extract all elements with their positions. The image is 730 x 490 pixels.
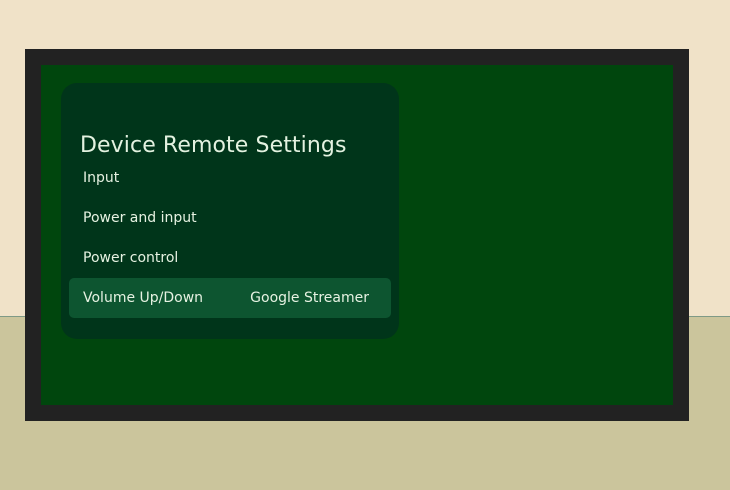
settings-panel: Device Remote Settings Input Power and i… xyxy=(61,83,399,339)
menu-item-volume-up-down[interactable]: Volume Up/Down Google Streamer xyxy=(69,278,391,318)
menu-item-label: Power control xyxy=(83,250,179,266)
menu-item-input[interactable]: Input xyxy=(69,158,391,198)
tv-frame: Device Remote Settings Input Power and i… xyxy=(25,49,689,421)
menu-item-label: Volume Up/Down xyxy=(83,290,204,306)
menu-item-label: Input xyxy=(83,170,120,186)
menu-item-power-control[interactable]: Power control xyxy=(69,238,391,278)
menu-item-power-and-input[interactable]: Power and input xyxy=(69,198,391,238)
menu-item-label: Power and input xyxy=(83,210,197,226)
tv-screen: Device Remote Settings Input Power and i… xyxy=(41,65,673,405)
panel-title: Device Remote Settings xyxy=(80,133,347,158)
menu-item-value: Google Streamer xyxy=(250,290,369,306)
